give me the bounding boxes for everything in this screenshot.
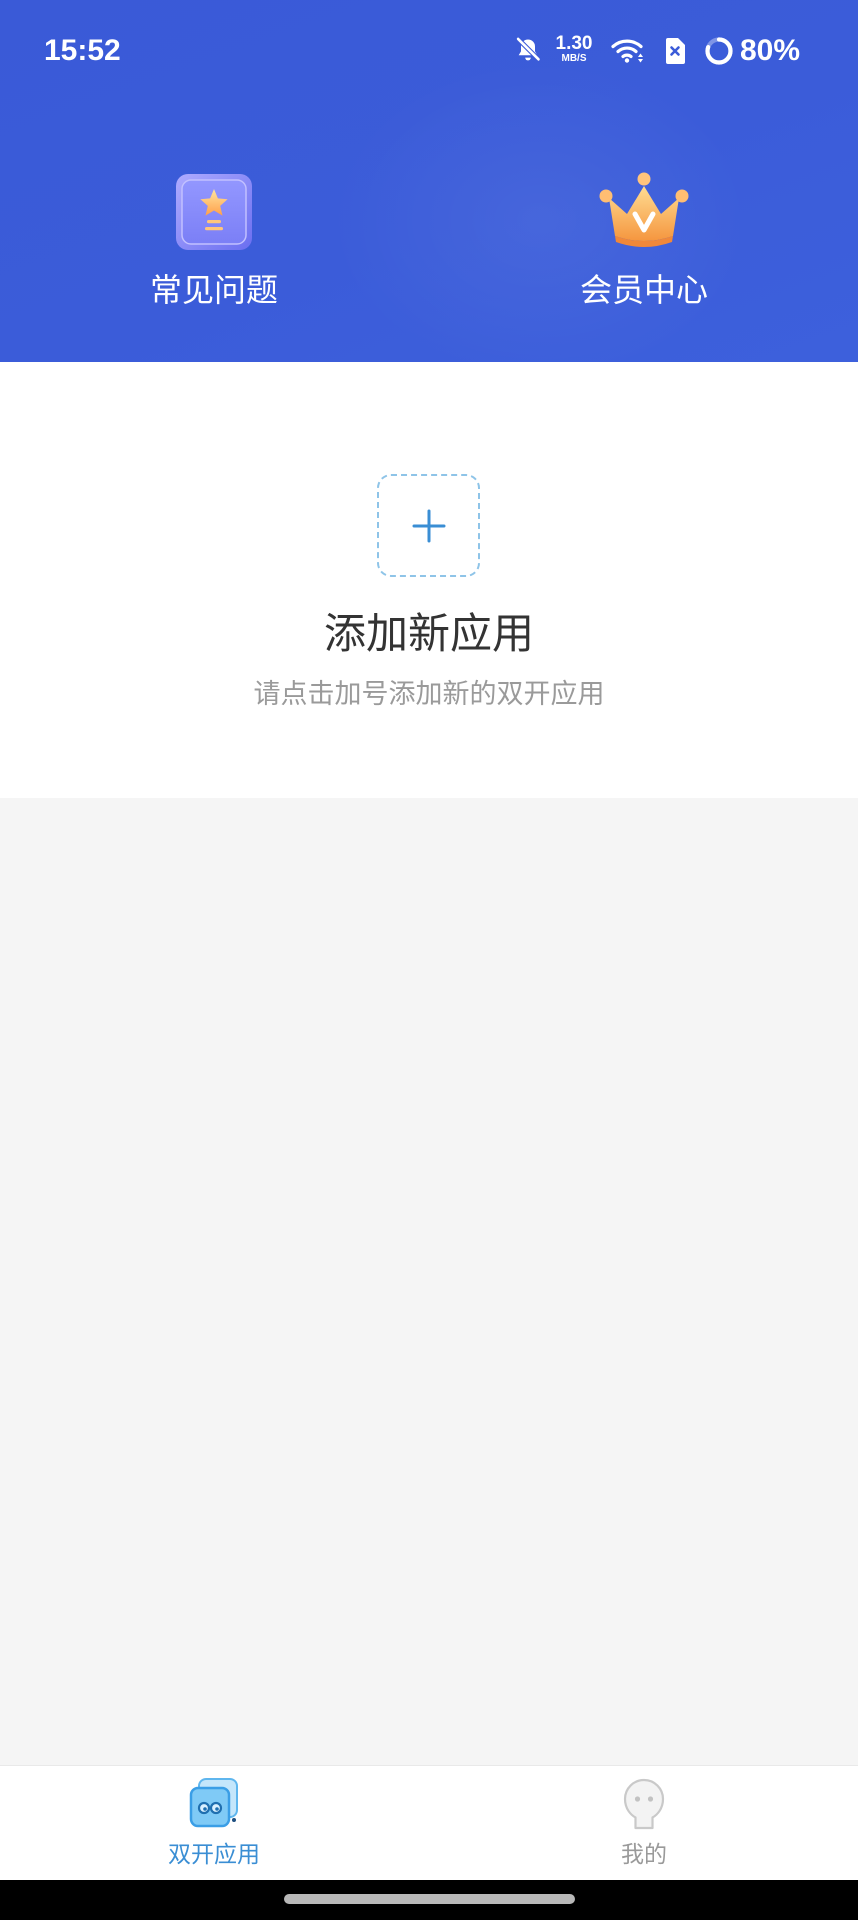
network-speed-unit: MB/S: [561, 53, 587, 64]
bottom-nav: 双开应用 我的: [0, 1765, 858, 1880]
system-gesture-area: [0, 1880, 858, 1920]
home-gesture-handle[interactable]: [284, 1894, 575, 1904]
shortcut-faq[interactable]: 常见问题: [114, 160, 314, 320]
shortcut-faq-icon-wrap: [114, 160, 314, 252]
wifi-icon: [611, 39, 643, 63]
star-trophy-icon: [176, 174, 252, 250]
bell-muted-icon: [516, 37, 541, 61]
empty-state-panel: 添加新应用 请点击加号添加新的双开应用: [0, 362, 858, 798]
battery-percentage: 80%: [740, 34, 801, 67]
tab-dual-apps[interactable]: 双开应用: [114, 1766, 314, 1880]
shortcut-member-icon-wrap: [544, 160, 744, 252]
network-speed-value: 1.30: [555, 33, 593, 54]
crown-icon: [599, 172, 689, 247]
profile-icon: [623, 1778, 665, 1830]
status-time: 15:52: [44, 34, 121, 67]
dual-apps-icon: [189, 1778, 238, 1828]
empty-state-title: 添加新应用: [323, 609, 534, 658]
app-list-area: [0, 798, 858, 1765]
empty-state-subtitle: 请点击加号添加新的双开应用: [253, 679, 605, 710]
network-speed: 1.30 MB/S: [551, 34, 597, 64]
add-app-button[interactable]: [377, 474, 480, 577]
plus-icon: [412, 509, 445, 542]
tab-mine-label: 我的: [621, 1842, 667, 1868]
shortcut-faq-label: 常见问题: [149, 271, 278, 309]
header-banner: 15:52 1.30 MB/S 80% 常见问题 会员中心: [0, 0, 858, 362]
tab-mine[interactable]: 我的: [544, 1766, 744, 1880]
shortcut-member-label: 会员中心: [579, 271, 708, 309]
app-screen: 15:52 1.30 MB/S 80% 常见问题 会员中心 添加新应用 请点击加…: [0, 0, 858, 1920]
sim-card-x-icon: [666, 38, 685, 64]
tab-dual-apps-label: 双开应用: [168, 1842, 260, 1868]
shortcut-member-center[interactable]: 会员中心: [544, 160, 744, 320]
battery-ring-icon: [705, 37, 733, 65]
